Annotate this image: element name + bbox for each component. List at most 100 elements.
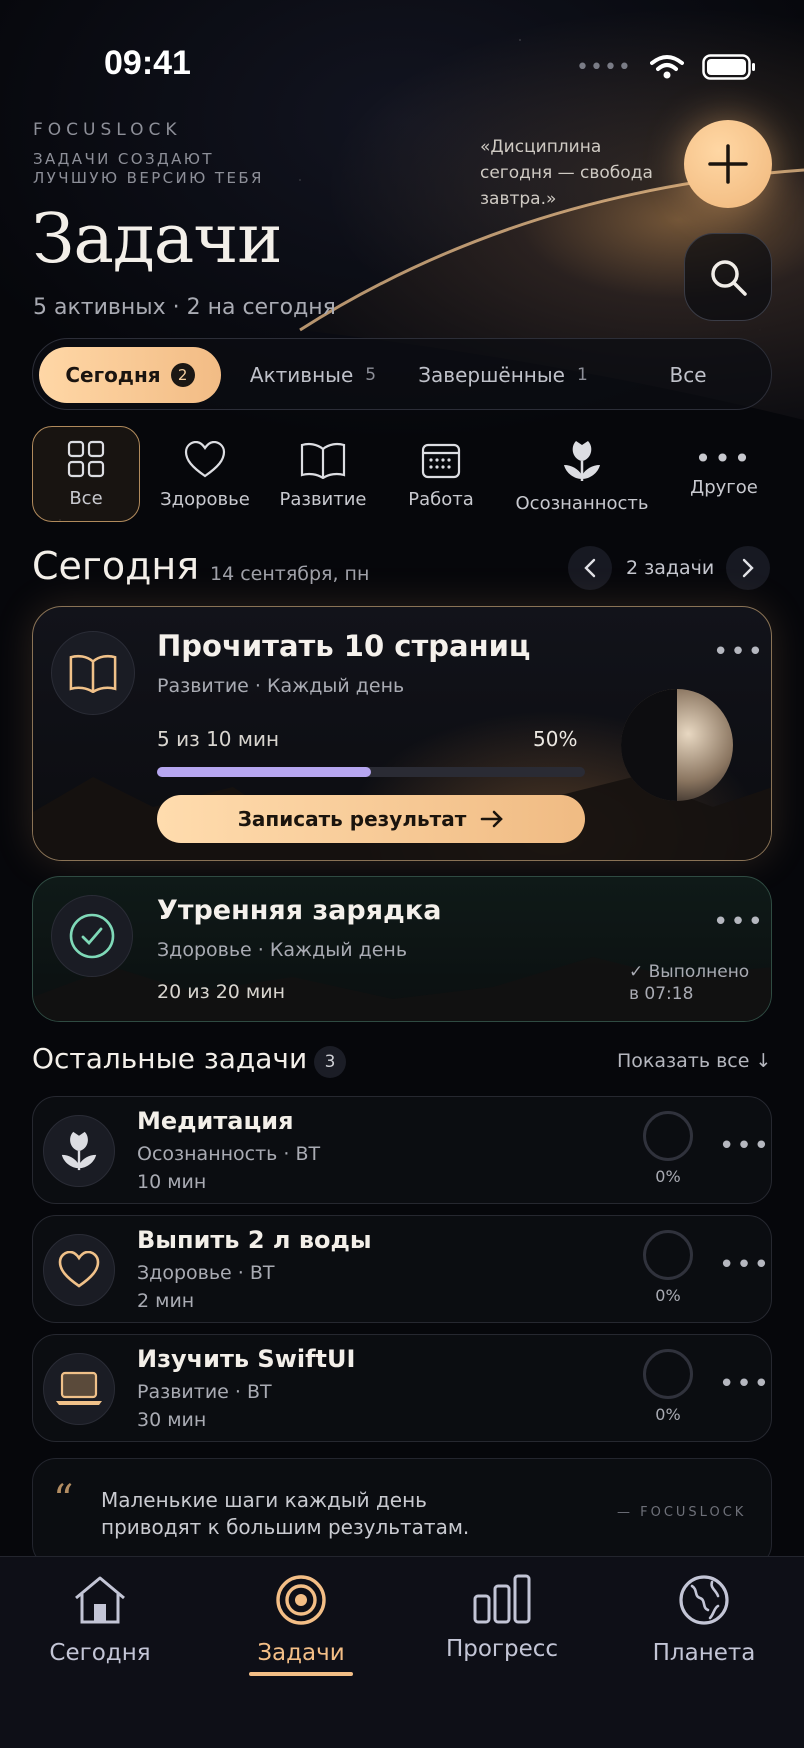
- tab-tasks[interactable]: Задачи: [221, 1574, 381, 1676]
- task-more-button[interactable]: •••: [719, 1131, 771, 1161]
- task-more-button[interactable]: •••: [719, 1250, 771, 1280]
- task-meta: Здоровье · ВТ: [137, 1262, 275, 1284]
- prev-day-button[interactable]: [568, 546, 612, 590]
- filter-segmented-control: Сегодня 2 Активные 5 Завершённые 1 Все: [32, 338, 772, 410]
- brand-name: FOCUSLOCK: [33, 120, 182, 140]
- today-task-count: 2 задачи: [626, 557, 715, 579]
- featured-more-button[interactable]: •••: [713, 637, 765, 667]
- task-duration: 10 мин: [137, 1171, 207, 1193]
- task-meta: Развитие · ВТ: [137, 1381, 272, 1403]
- category-development[interactable]: Развитие: [270, 426, 376, 522]
- completed-title: Утренняя зарядка: [157, 895, 442, 926]
- filter-today[interactable]: Сегодня 2: [39, 347, 221, 403]
- filter-completed-label: Завершённые: [418, 363, 565, 387]
- task-progress-pct: 0%: [655, 1405, 681, 1424]
- category-work[interactable]: Работа: [386, 426, 496, 522]
- tab-planet[interactable]: Планета: [624, 1574, 784, 1666]
- category-all[interactable]: Все: [32, 426, 140, 522]
- task-progress-ring: [643, 1111, 693, 1161]
- book-icon: [69, 654, 117, 693]
- tab-tasks-label: Задачи: [257, 1640, 345, 1666]
- task-title: Медитация: [137, 1107, 294, 1135]
- target-icon: [276, 1575, 326, 1625]
- task-icon-circle: [43, 1234, 115, 1306]
- tulip-icon: [564, 441, 600, 481]
- tulip-icon: [61, 1131, 97, 1171]
- more-icon: •••: [694, 442, 754, 475]
- record-result-button[interactable]: Записать результат: [157, 795, 585, 843]
- filter-today-label: Сегодня: [65, 363, 161, 387]
- task-icon-circle: [43, 1353, 115, 1425]
- category-other-label: Другое: [690, 477, 758, 498]
- filter-all-label: Все: [669, 363, 707, 387]
- filter-completed[interactable]: Завершённые 1: [403, 347, 603, 403]
- completed-task-card[interactable]: Утренняя зарядка Здоровье · Каждый день …: [32, 876, 772, 1022]
- next-day-button[interactable]: [726, 546, 770, 590]
- task-row-meditation[interactable]: Медитация Осознанность · ВТ 10 мин 0% ••…: [32, 1096, 772, 1204]
- category-other[interactable]: ••• Другое: [668, 426, 780, 522]
- chevron-right-icon: [742, 558, 754, 578]
- featured-meta: Развитие · Каждый день: [157, 675, 405, 697]
- task-progress-ring: [643, 1230, 693, 1280]
- heart-icon: [58, 1251, 100, 1288]
- task-progress-pct: 0%: [655, 1167, 681, 1186]
- filter-active-label: Активные: [249, 363, 354, 387]
- other-tasks-title: Остальные задачи: [32, 1042, 308, 1075]
- brand-slogan: ЗАДАЧИ СОЗДАЮТ ЛУЧШУЮ ВЕРСИЮ ТЕБЯ: [33, 150, 264, 187]
- tab-progress[interactable]: Прогресс: [422, 1574, 582, 1662]
- featured-progress-pct: 50%: [533, 727, 578, 751]
- filter-active-count: 5: [365, 365, 377, 385]
- today-section-title: Сегодня: [32, 544, 200, 588]
- featured-task-card[interactable]: Прочитать 10 страниц Развитие · Каждый д…: [32, 606, 772, 861]
- quote-mark-icon: “: [53, 1477, 74, 1523]
- task-row-swiftui[interactable]: Изучить SwiftUI Развитие · ВТ 30 мин 0% …: [32, 1334, 772, 1442]
- featured-progress-text: 5 из 10 мин: [157, 727, 280, 751]
- completed-more-button[interactable]: •••: [713, 907, 765, 937]
- wifi-icon: [649, 55, 684, 79]
- category-health[interactable]: Здоровье: [150, 426, 260, 522]
- tab-active-indicator: [249, 1672, 353, 1676]
- page-title: Задачи: [32, 200, 283, 279]
- completed-progress-text: 20 из 20 мин: [157, 981, 286, 1003]
- task-meta: Осознанность · ВТ: [137, 1143, 321, 1165]
- task-more-button[interactable]: •••: [719, 1369, 771, 1399]
- task-title: Изучить SwiftUI: [137, 1345, 356, 1373]
- task-progress-pct: 0%: [655, 1286, 681, 1305]
- arrow-right-icon: [480, 810, 504, 828]
- book-icon: [300, 442, 346, 479]
- motivation-quote-text: Маленькие шаги каждый день приводят к бо…: [101, 1488, 470, 1539]
- status-icons: ••••: [576, 54, 756, 80]
- completed-status-time: в 07:18: [629, 984, 694, 1004]
- task-row-water[interactable]: Выпить 2 л воды Здоровье · ВТ 2 мин 0% •…: [32, 1215, 772, 1323]
- other-tasks-count: 3: [314, 1046, 346, 1078]
- completed-meta: Здоровье · Каждый день: [157, 939, 408, 961]
- filter-active[interactable]: Активные 5: [233, 347, 393, 403]
- laptop-icon: [56, 1371, 102, 1405]
- tab-planet-label: Планета: [652, 1640, 756, 1666]
- heart-icon: [184, 441, 226, 478]
- task-duration: 2 мин: [137, 1290, 195, 1312]
- header-quote: «Дисциплина сегодня — свобода завтра.»: [480, 137, 653, 209]
- globe-icon: [679, 1575, 729, 1625]
- filter-completed-count: 1: [576, 365, 588, 385]
- filter-all[interactable]: Все: [623, 347, 753, 403]
- tab-today[interactable]: Сегодня: [20, 1574, 180, 1666]
- category-mindfulness-label: Осознанность: [515, 493, 649, 514]
- featured-progress-track: [157, 767, 585, 777]
- filter-today-count: 2: [170, 363, 195, 387]
- today-date: 14 сентября, пн: [210, 563, 370, 585]
- completed-icon-circle: [51, 895, 133, 977]
- featured-icon-circle: [51, 631, 135, 715]
- battery-icon: [702, 54, 755, 80]
- category-development-label: Развитие: [279, 489, 367, 510]
- search-button[interactable]: [684, 233, 772, 321]
- completed-status: ✓ Выполнено в 07:18: [629, 961, 749, 1005]
- record-result-label: Записать результат: [237, 807, 467, 831]
- grid-icon: [67, 440, 105, 478]
- featured-title: Прочитать 10 страниц: [157, 629, 531, 663]
- motivation-quote-author: — FOCUSLOCK: [617, 1505, 747, 1520]
- show-all-link[interactable]: Показать все ↓: [617, 1050, 771, 1072]
- category-mindfulness[interactable]: Осознанность: [506, 426, 658, 522]
- featured-progress-fill: [157, 767, 371, 777]
- add-task-button[interactable]: [684, 120, 772, 208]
